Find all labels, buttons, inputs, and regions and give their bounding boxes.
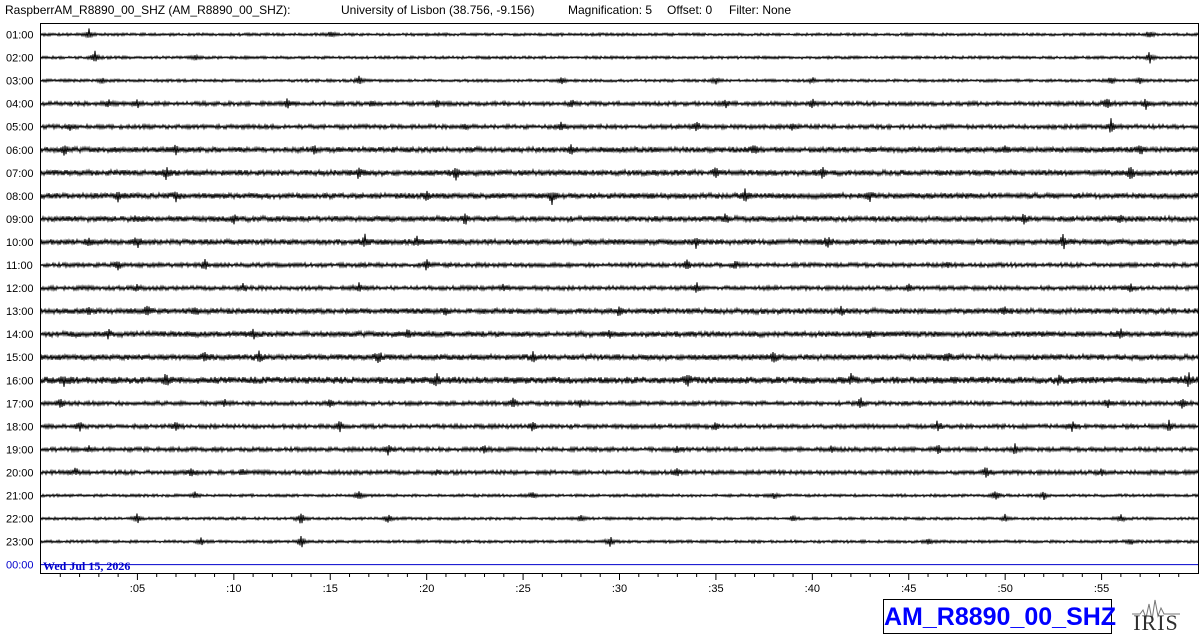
minute-tick-label: :25	[515, 583, 530, 595]
hour-trace	[40, 419, 1199, 433]
hour-trace	[40, 118, 1199, 133]
hour-label: 06:00	[6, 145, 34, 157]
magnification-label: Magnification: 5	[568, 3, 653, 17]
date-label: Wed Jul 15, 2026	[43, 559, 130, 573]
minute-tick-label: :20	[419, 583, 434, 595]
hour-trace	[40, 144, 1199, 156]
hour-trace	[40, 350, 1199, 364]
minute-tick-label: :30	[612, 583, 627, 595]
minute-tick-label: :05	[130, 583, 145, 595]
helicorder-plot: 01:00 02:00 03:00 04:00 05:00 06:00 07:00 08:00…	[6, 23, 1199, 595]
hour-label: 20:00	[6, 467, 34, 479]
hour-label: 01:00	[6, 30, 34, 42]
minute-ticks: :05 :10 :15 :20 :25 :30 :35 :40 :45 :50 :55	[59, 574, 1180, 595]
station-info: RaspberrAM_R8890_00_SHZ (AM_R8890_00_SHZ…	[5, 3, 291, 17]
minute-tick-label: :35	[708, 583, 723, 595]
hour-trace	[40, 397, 1199, 409]
filter-label: Filter: None	[729, 3, 792, 17]
minute-tick-label: :40	[805, 583, 820, 595]
hour-label: 09:00	[6, 214, 34, 226]
hour-trace	[40, 28, 1199, 39]
hour-label: 03:00	[6, 76, 34, 88]
channel-label: AM_R8890_00_SHZ	[883, 599, 1116, 634]
hour-label: 22:00	[6, 514, 34, 526]
minute-tick-label: :55	[1094, 583, 1109, 595]
hour-trace	[40, 75, 1199, 85]
hour-trace	[40, 443, 1199, 456]
hour-label: 02:00	[6, 53, 34, 65]
hour-label: 00:00	[6, 560, 34, 572]
offset-label: Offset: 0	[667, 3, 713, 17]
hour-trace	[40, 513, 1199, 524]
hour-trace	[40, 233, 1199, 250]
hour-label: 11:00	[6, 260, 33, 272]
hour-label: 07:00	[6, 168, 34, 180]
hour-label: 12:00	[6, 283, 34, 295]
hour-trace	[40, 213, 1199, 225]
trace-group	[40, 28, 1199, 566]
hour-label: 13:00	[6, 306, 34, 318]
hour-label: 21:00	[6, 491, 34, 503]
minute-tick-label: :45	[901, 583, 916, 595]
minute-tick-label: :15	[323, 583, 338, 595]
iris-logo: IRIS	[1128, 594, 1184, 636]
hour-trace	[40, 166, 1199, 181]
hour-trace	[40, 258, 1199, 271]
hour-trace	[40, 188, 1199, 206]
minute-tick-label: :10	[226, 583, 241, 595]
hour-trace	[40, 372, 1199, 387]
hour-trace	[40, 50, 1199, 64]
hour-trace	[40, 305, 1199, 316]
logo-text: IRIS	[1133, 610, 1179, 635]
hour-trace	[40, 535, 1199, 548]
hour-label: 23:00	[6, 537, 34, 549]
hour-label: 18:00	[6, 421, 34, 433]
hour-label: 17:00	[6, 398, 34, 410]
hour-label: 16:00	[6, 375, 34, 387]
hour-label: 15:00	[6, 352, 34, 364]
hour-trace	[40, 467, 1199, 478]
header-bar: RaspberrAM_R8890_00_SHZ (AM_R8890_00_SHZ…	[0, 0, 1200, 22]
minute-tick-label: :50	[998, 583, 1013, 595]
hour-label: 05:00	[6, 122, 34, 134]
hour-label: 14:00	[6, 329, 34, 341]
hour-trace	[40, 328, 1199, 340]
hour-trace	[40, 282, 1199, 293]
hour-label: 04:00	[6, 99, 34, 111]
hour-trace	[40, 491, 1199, 500]
hour-labels: 01:00 02:00 03:00 04:00 05:00 06:00 07:00 08:00…	[6, 30, 34, 572]
hour-label: 10:00	[6, 237, 34, 249]
hour-label: 19:00	[6, 444, 34, 456]
hour-label: 08:00	[6, 191, 34, 203]
hour-trace	[40, 98, 1199, 110]
location-label: University of Lisbon (38.756, -9.156)	[341, 3, 535, 17]
